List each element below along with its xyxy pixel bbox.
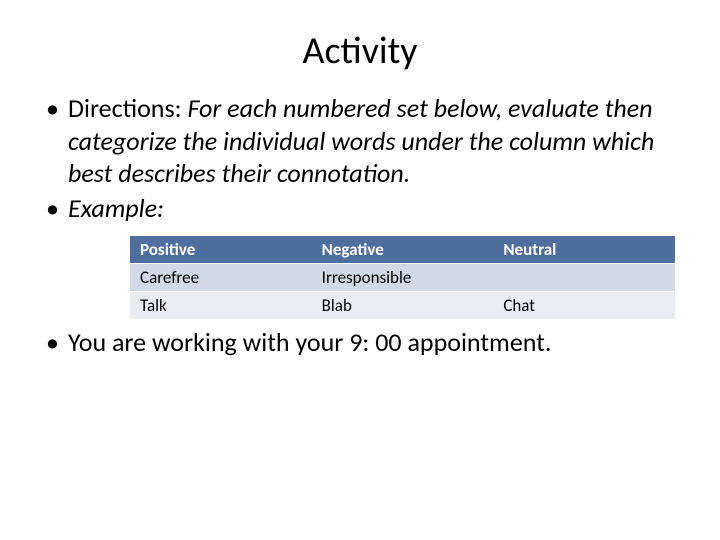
col-neutral: Neutral: [493, 236, 675, 264]
bullet-closing: You are working with your 9: 00 appointm…: [40, 326, 680, 359]
slide: Activity Directions: For each numbered s…: [0, 0, 720, 540]
closing-list: You are working with your 9: 00 appointm…: [40, 326, 680, 359]
closing-text: You are working with your 9: 00 appointm…: [68, 326, 551, 358]
bullet-list: Directions: For each numbered set below,…: [40, 92, 680, 224]
directions-label: Directions:: [68, 92, 187, 124]
table-row: Talk Blab Chat: [130, 292, 675, 320]
slide-body: Directions: For each numbered set below,…: [0, 92, 720, 359]
table-row: Carefree Irresponsible: [130, 264, 675, 292]
slide-title: Activity: [0, 0, 720, 92]
cell-positive: Talk: [130, 292, 312, 320]
col-negative: Negative: [312, 236, 494, 264]
cell-positive: Carefree: [130, 264, 312, 292]
example-label: Example:: [68, 192, 164, 224]
bullet-example: Example:: [40, 192, 680, 225]
bullet-directions: Directions: For each numbered set below,…: [40, 92, 680, 190]
col-positive: Positive: [130, 236, 312, 264]
table-header-row: Positive Negative Neutral: [130, 236, 675, 264]
cell-negative: Irresponsible: [312, 264, 494, 292]
example-table-wrap: Positive Negative Neutral Carefree Irres…: [40, 226, 680, 326]
connotation-table: Positive Negative Neutral Carefree Irres…: [130, 236, 675, 320]
cell-neutral: [493, 264, 675, 292]
cell-neutral: Chat: [493, 292, 675, 320]
cell-negative: Blab: [312, 292, 494, 320]
